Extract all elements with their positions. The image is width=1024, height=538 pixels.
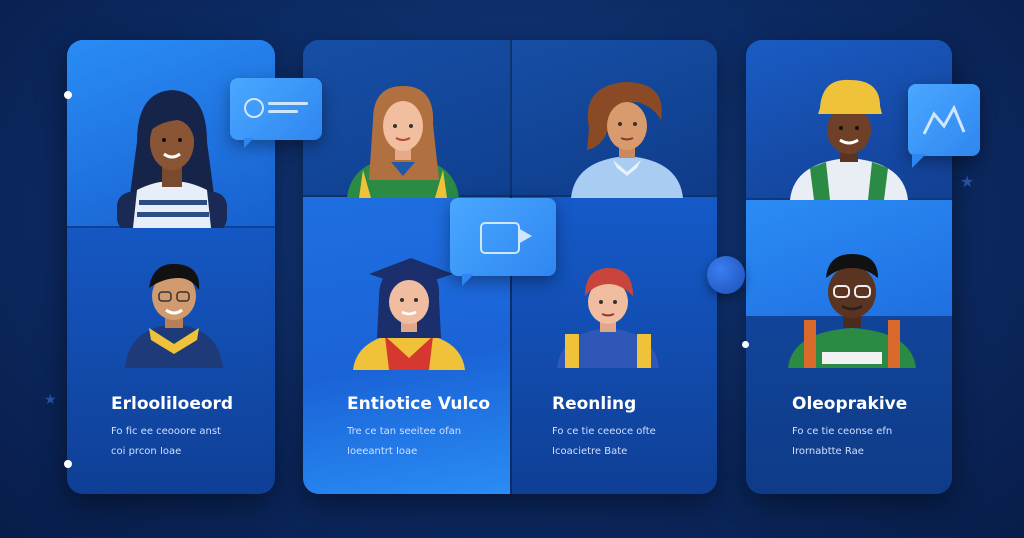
student-avatar-4: [571, 82, 683, 198]
card-title: Erlooliloeord: [111, 394, 234, 414]
card-title: Reonling: [552, 394, 637, 414]
card-desc-line-2: Irornabtte Rae: [792, 446, 864, 457]
student-avatar-1: [117, 90, 227, 228]
bubble-tail: [244, 138, 254, 148]
student-avatar-7: [790, 79, 908, 200]
star-icon: ★: [960, 172, 975, 191]
star-icon: ★: [44, 392, 57, 408]
card-desc-line-2: coi prcon Ioae: [111, 446, 182, 457]
chart-bubble-icon: [908, 84, 980, 156]
bubble-tail: [912, 154, 926, 168]
card-desc-line-1: Tre ce tan seeitee ofan: [347, 426, 462, 437]
card-desc-line-1: Fo ce tie ceeoce ofte: [552, 426, 656, 437]
chat-bubble-icon: [230, 78, 322, 140]
card-title: Oleoprakive: [792, 394, 908, 414]
bubble-tail: [462, 274, 474, 286]
card-desc-line-1: Fo fic ee ceooore anst: [111, 426, 221, 437]
dot-icon: [64, 460, 72, 468]
student-avatar-8: [788, 254, 916, 368]
student-avatar-3: [347, 86, 459, 198]
card-title: Entiotice Vulco: [347, 394, 491, 414]
dot-icon: [742, 341, 749, 348]
card-desc-line-2: Ioeeantrt Ioae: [347, 446, 418, 457]
dot-icon: [64, 91, 72, 99]
student-avatar-2: [125, 263, 223, 368]
card-desc-line-2: Icoacietre Bate: [552, 446, 628, 457]
student-avatar-5: [353, 258, 465, 370]
video-bubble-icon: [450, 198, 556, 276]
student-avatar-6: [557, 268, 659, 368]
card-desc-line-1: Fo ce tie ceonse efn: [792, 426, 893, 437]
decorative-orb: [707, 256, 745, 294]
